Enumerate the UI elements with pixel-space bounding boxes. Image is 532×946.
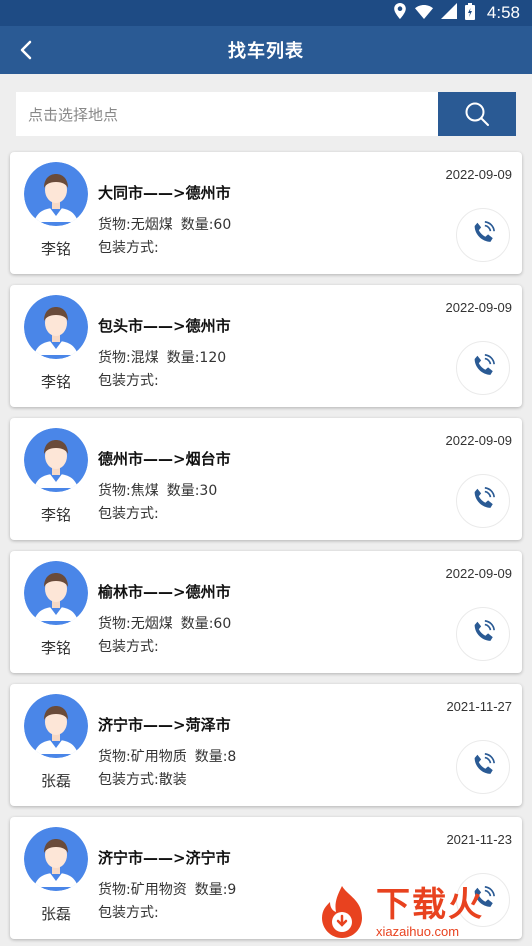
phone-icon <box>470 619 496 649</box>
cargo-type: 货物:混煤 <box>98 350 159 366</box>
cargo-info: 货物:无烟煤 数量:60 <box>98 214 231 234</box>
cargo-info: 货物:矿用物质 数量:8 <box>98 746 236 766</box>
phone-icon <box>470 486 496 516</box>
post-date: 2022-09-09 <box>445 566 513 581</box>
search-icon <box>465 102 489 126</box>
vehicle-card[interactable]: 李铭 榆林市——>德州市 货物:无烟煤 数量:60 包装方式: 2022-09-0… <box>10 551 522 673</box>
phone-icon <box>470 353 496 383</box>
post-date: 2022-09-09 <box>445 433 513 448</box>
location-icon <box>393 3 407 23</box>
route-text: 包头市——>德州市 <box>98 317 231 335</box>
vehicle-card[interactable]: 张磊 济宁市——>菏泽市 货物:矿用物质 数量:8 包装方式:散装 2021-11… <box>10 684 522 806</box>
cargo-type: 货物:矿用物质 <box>98 749 187 765</box>
packing-method: 包装方式:散装 <box>98 772 187 788</box>
driver-name: 张磊 <box>40 905 71 923</box>
back-button[interactable] <box>14 38 38 62</box>
search-bar: 点击选择地点 <box>16 92 516 136</box>
watermark: 下载火 xiazaihuo.com <box>312 878 532 946</box>
driver-name: 李铭 <box>40 506 71 524</box>
route-text: 榆林市——>德州市 <box>98 583 231 601</box>
vehicle-card[interactable]: 李铭 德州市——>烟台市 货物:焦煤 数量:30 包装方式: 2022-09-09 <box>10 418 522 540</box>
vehicle-card[interactable]: 李铭 大同市——>德州市 货物:无烟煤 数量:60 包装方式: 2022-09-0… <box>10 152 522 274</box>
cargo-quantity: 数量:60 <box>180 217 232 233</box>
packing-method: 包装方式: <box>98 506 159 522</box>
phone-icon <box>470 752 496 782</box>
signal-icon <box>440 3 457 23</box>
route-text: 济宁市——>菏泽市 <box>98 716 231 734</box>
avatar <box>24 162 88 226</box>
post-date: 2021-11-23 <box>446 832 512 847</box>
chevron-left-icon <box>20 40 32 60</box>
watermark-title: 下载火 <box>376 884 484 925</box>
cargo-info: 货物:混煤 数量:120 <box>98 347 226 367</box>
avatar <box>24 295 88 359</box>
route-text: 大同市——>德州市 <box>98 184 231 202</box>
packing-method: 包装方式: <box>98 240 159 256</box>
route-text: 济宁市——>济宁市 <box>98 849 231 867</box>
location-search-input[interactable]: 点击选择地点 <box>16 92 438 136</box>
phone-icon <box>470 220 496 250</box>
driver-name: 李铭 <box>40 240 71 258</box>
avatar <box>24 694 88 758</box>
search-button[interactable] <box>438 92 516 136</box>
cargo-info: 货物:矿用物资 数量:9 <box>98 879 236 899</box>
cargo-info: 货物:无烟煤 数量:60 <box>98 613 231 633</box>
cargo-type: 货物:无烟煤 <box>98 616 173 632</box>
call-button[interactable] <box>456 607 510 661</box>
post-date: 2021-11-27 <box>446 699 512 714</box>
packing-method: 包装方式: <box>98 373 159 389</box>
route-text: 德州市——>烟台市 <box>98 450 231 468</box>
cargo-type: 货物:无烟煤 <box>98 217 173 233</box>
driver-name: 李铭 <box>40 373 71 391</box>
cargo-info: 货物:焦煤 数量:30 <box>98 480 217 500</box>
vehicle-list: 李铭 大同市——>德州市 货物:无烟煤 数量:60 包装方式: 2022-09-0… <box>10 152 522 946</box>
cargo-type: 货物:焦煤 <box>98 483 159 499</box>
status-bar: 4:58 <box>0 0 532 26</box>
call-button[interactable] <box>456 341 510 395</box>
wifi-icon <box>414 4 433 23</box>
cargo-quantity: 数量:9 <box>194 882 237 898</box>
driver-name: 张磊 <box>40 772 71 790</box>
cargo-type: 货物:矿用物资 <box>98 882 187 898</box>
packing-method: 包装方式: <box>98 639 159 655</box>
watermark-url: xiazaihuo.com <box>376 923 460 939</box>
call-button[interactable] <box>456 208 510 262</box>
page-title: 找车列表 <box>228 41 304 62</box>
call-button[interactable] <box>456 474 510 528</box>
post-date: 2022-09-09 <box>445 300 513 315</box>
cargo-quantity: 数量:120 <box>166 350 227 366</box>
avatar <box>24 827 88 891</box>
status-time: 4:58 <box>486 3 520 22</box>
call-button[interactable] <box>456 740 510 794</box>
flame-logo-icon <box>322 886 362 938</box>
avatar <box>24 428 88 492</box>
app-bar: 找车列表 <box>0 26 532 74</box>
cargo-quantity: 数量:8 <box>194 749 237 765</box>
cargo-quantity: 数量:60 <box>180 616 232 632</box>
avatar <box>24 561 88 625</box>
vehicle-card[interactable]: 李铭 包头市——>德州市 货物:混煤 数量:120 包装方式: 2022-09-0… <box>10 285 522 407</box>
battery-icon <box>464 2 475 24</box>
cargo-quantity: 数量:30 <box>166 483 218 499</box>
packing-method: 包装方式: <box>98 905 159 921</box>
post-date: 2022-09-09 <box>445 167 513 182</box>
driver-name: 李铭 <box>40 639 71 657</box>
